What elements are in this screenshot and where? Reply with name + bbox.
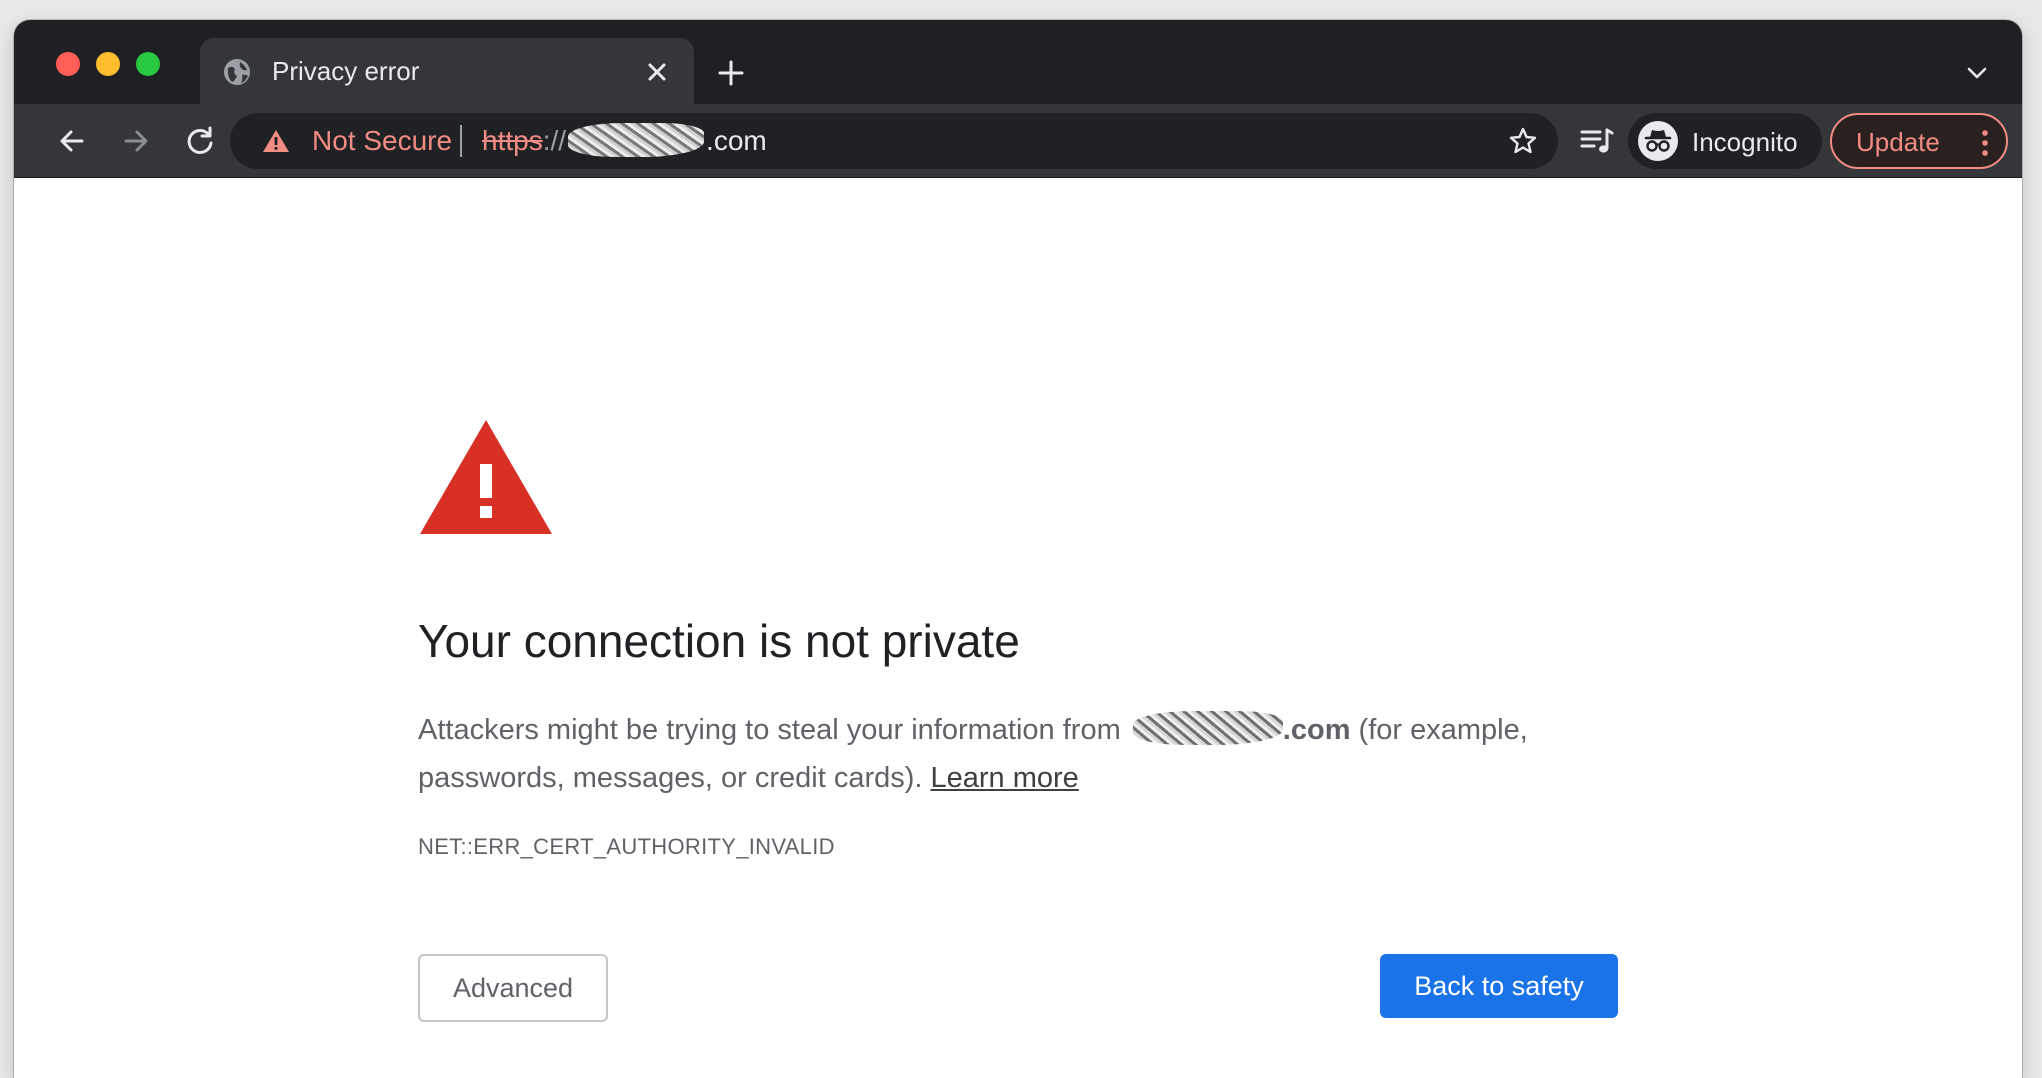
url-tld: .com — [706, 125, 767, 156]
tab-strip: Privacy error — [14, 20, 2022, 104]
zoom-window-button[interactable] — [136, 52, 160, 76]
error-description: Attackers might be trying to steal your … — [418, 706, 1658, 802]
tab-title: Privacy error — [272, 56, 420, 86]
forward-arrow-icon[interactable] — [118, 123, 154, 159]
back-to-safety-button[interactable]: Back to safety — [1380, 954, 1618, 1018]
url-separator: :// — [542, 125, 567, 156]
warning-triangle-icon — [420, 420, 552, 534]
incognito-label: Incognito — [1692, 127, 1798, 157]
back-arrow-icon[interactable] — [54, 123, 90, 159]
body-prefix: Attackers might be trying to steal your … — [418, 714, 1129, 746]
reload-icon[interactable] — [182, 123, 218, 159]
browser-window: Privacy error Not Secure https:// .com I… — [14, 20, 2022, 1078]
domain-suffix: .com — [1282, 714, 1351, 746]
url-text[interactable]: https:// .com — [482, 122, 767, 160]
redacted-domain — [568, 122, 705, 157]
globe-icon — [224, 59, 250, 85]
incognito-profile-button[interactable]: Incognito — [1628, 113, 1822, 169]
star-icon[interactable] — [1508, 126, 1538, 156]
close-window-button[interactable] — [56, 52, 80, 76]
redacted-domain — [1132, 711, 1283, 746]
advanced-button[interactable]: Advanced — [418, 954, 608, 1022]
incognito-icon — [1638, 121, 1678, 161]
address-bar[interactable]: Not Secure https:// .com — [230, 113, 1558, 169]
minimize-window-button[interactable] — [96, 52, 120, 76]
omnibox-separator — [460, 125, 462, 157]
warning-icon — [263, 130, 289, 152]
more-vert-icon[interactable] — [1982, 129, 1988, 157]
error-code: NET::ERR_CERT_AUTHORITY_INVALID — [418, 834, 835, 859]
update-label: Update — [1856, 127, 1940, 157]
update-button[interactable]: Update — [1830, 113, 2008, 169]
reading-list-icon[interactable] — [1580, 126, 1614, 156]
close-icon[interactable] — [644, 59, 670, 85]
learn-more-link[interactable]: Learn more — [931, 762, 1079, 794]
not-secure-label[interactable]: Not Secure — [312, 125, 452, 157]
plus-icon[interactable] — [716, 58, 746, 88]
toolbar: Not Secure https:// .com Incognito Update — [14, 104, 2022, 178]
interstitial-page: Your connection is not private Attackers… — [14, 178, 2022, 1078]
page-title: Your connection is not private — [418, 615, 1020, 667]
url-scheme: https — [482, 125, 543, 156]
chevron-down-icon[interactable] — [1964, 60, 1990, 86]
tab-privacy-error[interactable]: Privacy error — [200, 38, 694, 104]
